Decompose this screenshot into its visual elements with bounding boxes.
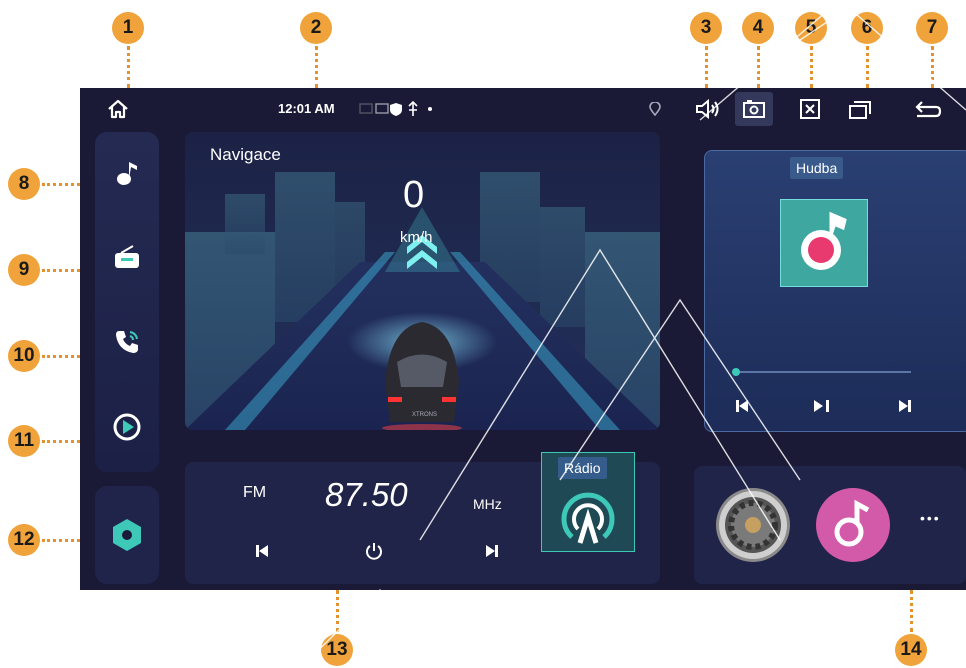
callout-12: 12 bbox=[8, 524, 40, 556]
media-player-shortcut[interactable] bbox=[107, 407, 147, 447]
music-next-button[interactable] bbox=[898, 399, 912, 418]
callout-11-line bbox=[42, 440, 80, 443]
status-bar: 12:01 AM bbox=[80, 88, 966, 130]
music-app[interactable] bbox=[816, 488, 890, 562]
callout-14: 14 bbox=[895, 634, 927, 666]
radio-frequency: 87.50 bbox=[325, 476, 408, 513]
callout-8-line bbox=[42, 183, 80, 186]
music-app-tile[interactable] bbox=[780, 199, 868, 287]
play-circle-icon bbox=[113, 413, 141, 441]
power-icon bbox=[366, 543, 382, 560]
callout-11: 11 bbox=[8, 425, 40, 457]
prev-icon bbox=[736, 400, 748, 412]
radio-prev-button[interactable] bbox=[255, 544, 269, 563]
phone-shortcut[interactable] bbox=[107, 322, 147, 362]
radio-power-button[interactable] bbox=[365, 542, 383, 565]
callout-4: 4 bbox=[742, 12, 774, 44]
navigation-widget[interactable]: Navigace 0 km/h XTRONS bbox=[185, 132, 660, 430]
prev-icon bbox=[256, 545, 268, 557]
left-dock bbox=[95, 132, 159, 472]
settings-app[interactable] bbox=[716, 488, 790, 562]
settings-gear-icon bbox=[719, 491, 787, 559]
radio-next-button[interactable] bbox=[485, 544, 499, 563]
radio-band: FM bbox=[243, 484, 267, 501]
radio-shortcut[interactable] bbox=[107, 237, 147, 277]
music-note-icon bbox=[834, 499, 870, 547]
home-icon[interactable] bbox=[103, 95, 133, 123]
music-prev-button[interactable] bbox=[735, 399, 749, 418]
callout-14-line bbox=[910, 590, 913, 632]
callout-7: 7 bbox=[916, 12, 948, 44]
music-progress-bar[interactable] bbox=[732, 368, 911, 376]
clock: 12:01 AM bbox=[278, 101, 335, 116]
radio-title: Rádio bbox=[558, 457, 607, 479]
callout-6: 6 bbox=[851, 12, 883, 44]
play-pause-icon bbox=[814, 400, 829, 412]
location-icon bbox=[640, 95, 670, 123]
callout-2-line bbox=[315, 46, 318, 88]
callout-8: 8 bbox=[8, 168, 40, 200]
music-title: Hudba bbox=[790, 157, 844, 179]
radio-unit: MHz bbox=[473, 496, 502, 512]
back-icon[interactable] bbox=[913, 95, 943, 123]
callout-7-line bbox=[931, 46, 934, 88]
callout-5-line bbox=[810, 46, 813, 88]
music-note-icon bbox=[117, 162, 137, 185]
callout-12-line bbox=[42, 539, 80, 542]
callout-2: 2 bbox=[300, 12, 332, 44]
music-progress-knob[interactable] bbox=[732, 368, 740, 376]
notification-icons bbox=[358, 95, 458, 123]
close-app-icon[interactable] bbox=[795, 95, 825, 123]
callout-10: 10 bbox=[8, 340, 40, 372]
callout-9-line bbox=[42, 269, 80, 272]
callout-3: 3 bbox=[690, 12, 722, 44]
apps-dock bbox=[95, 486, 159, 584]
music-note-icon bbox=[801, 211, 847, 270]
next-icon bbox=[899, 400, 911, 412]
music-play-pause-button[interactable] bbox=[813, 399, 835, 418]
more-apps-button[interactable]: ••• bbox=[920, 510, 941, 526]
callout-6-line bbox=[866, 46, 869, 88]
callout-13: 13 bbox=[321, 634, 353, 666]
next-icon bbox=[486, 545, 498, 557]
speed-unit: km/h bbox=[400, 229, 433, 246]
hexagon-icon bbox=[113, 519, 141, 551]
callout-1: 1 bbox=[112, 12, 144, 44]
callout-5: 5 bbox=[795, 12, 827, 44]
volume-icon[interactable] bbox=[692, 95, 722, 123]
speed-value: 0 bbox=[403, 174, 425, 216]
radio-icon bbox=[115, 245, 139, 268]
radio-antenna-icon bbox=[561, 492, 615, 544]
callout-3-line bbox=[705, 46, 708, 88]
callout-9: 9 bbox=[8, 254, 40, 286]
navigation-title: Navigace bbox=[210, 145, 281, 164]
screenshot-icon[interactable] bbox=[735, 92, 773, 126]
radio-widget[interactable]: FM 87.50 MHz Rádio bbox=[185, 452, 660, 584]
head-unit-screen: 12:01 AM Navigace 0 km/h XTRONS Hudba FM… bbox=[80, 88, 966, 590]
callout-1-line bbox=[127, 46, 130, 88]
music-shortcut[interactable] bbox=[107, 152, 147, 192]
phone-icon bbox=[116, 331, 138, 353]
callout-4-line bbox=[757, 46, 760, 88]
apps-shortcut[interactable] bbox=[107, 515, 147, 555]
radio-app-tile[interactable]: Rádio bbox=[541, 452, 635, 552]
callout-13-line bbox=[336, 590, 339, 632]
apps-widget: ••• bbox=[694, 466, 966, 584]
music-widget[interactable]: Hudba bbox=[704, 150, 966, 432]
car-brand-text: XTRONS bbox=[412, 412, 438, 418]
multitask-icon[interactable] bbox=[845, 95, 875, 123]
callout-10-line bbox=[42, 355, 80, 358]
